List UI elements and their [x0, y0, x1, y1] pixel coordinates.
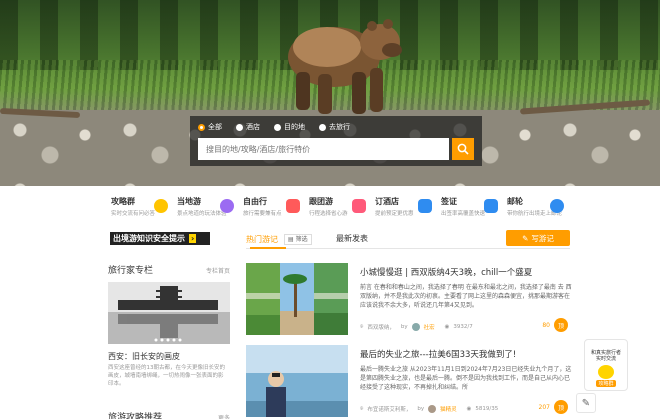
article-summary: 前言 在春和和春山之间，我选择了春明 在最东和最北之间，我选择了最南 去 西双版… — [360, 284, 572, 309]
search-type-tabs: 全部 酒店 目的地 去旅行 — [198, 120, 474, 134]
column-home-link[interactable]: 专栏首页 — [206, 266, 230, 275]
quicknav-item-free-travel[interactable]: 自由行 旅行需要兼有点 — [240, 193, 306, 223]
ship-icon — [550, 199, 564, 213]
search-panel: 全部 酒店 目的地 去旅行 — [190, 116, 482, 166]
quicknav-item-cruise[interactable]: 邮轮 带你航行出境走上邮轮 — [504, 193, 570, 223]
active-tab-underline — [250, 247, 286, 249]
safety-banner-text: 出境游知识安全提示 — [113, 234, 185, 243]
filter-icon: ▤ — [288, 235, 296, 243]
edit-icon: ✎ — [522, 233, 529, 243]
passport-icon — [484, 199, 498, 213]
chevron-right-icon: › — [189, 234, 197, 243]
guide-section-header: 旅游攻略推荐 更多 — [108, 410, 230, 419]
search-input[interactable] — [198, 138, 450, 160]
quick-nav: 攻略群 实时交流有问必答 当地游 景点地道的玩法体验 自由行 旅行需要兼有点 跟… — [108, 193, 570, 223]
feedback-button[interactable]: ✎ — [576, 393, 596, 413]
upvote-button[interactable]: 顶 — [554, 318, 568, 332]
column-article-desc: 西安这座曾经的13朝古都，在今天更像旧长安的画皮，城墙南墙绑绳，一切热闹像一张表… — [108, 365, 226, 387]
article-thumbnail[interactable] — [246, 345, 348, 417]
article-item[interactable]: 最后的失业之旅---拉美6国33天我做到了! 最后一腾失业之旅 从2023年11… — [246, 345, 576, 417]
article-author[interactable]: 猫精灵 — [440, 405, 457, 413]
article-meta: ⌾ 西双版纳， by 社宏 ◉ 3932/7 — [360, 323, 572, 331]
article-thumbnail[interactable] — [246, 263, 348, 335]
widget-tag: 攻略群 — [596, 380, 616, 387]
search-button[interactable] — [452, 138, 474, 160]
article-views: 3932/7 — [453, 324, 473, 330]
smiley-icon — [598, 365, 614, 379]
article-by: by — [417, 406, 425, 412]
avatar[interactable] — [428, 405, 437, 413]
search-icon — [457, 143, 469, 155]
guide-group-widget[interactable]: 和真实旅行者 实时交流 攻略群 — [584, 339, 628, 391]
hotel-icon — [418, 199, 432, 213]
section-title: 旅游攻略推荐 — [108, 413, 163, 419]
article-location[interactable]: 布宜诺斯艾利斯， — [367, 405, 411, 413]
filter-button[interactable]: ▤ 筛选 — [284, 233, 312, 245]
article-views: 5819/35 — [475, 406, 499, 412]
article-item[interactable]: 小城慢慢逛 | 西双版纳4天3晚，chill一个盛夏 前言 在春和和春山之间，我… — [246, 263, 576, 335]
location-pin-icon: ⌾ — [360, 323, 364, 330]
smiley-icon — [154, 199, 168, 213]
search-tab-travel[interactable]: 去旅行 — [319, 122, 350, 132]
section-title: 旅行家专栏 — [108, 266, 154, 276]
palm-trees-image — [246, 263, 348, 335]
travel-safety-banner[interactable]: 出境游知识安全提示 › — [110, 232, 210, 245]
search-tab-label: 目的地 — [284, 123, 305, 131]
search-tab-label: 全部 — [208, 123, 222, 131]
gift-icon — [286, 199, 300, 213]
radio-icon — [198, 123, 205, 131]
article-likes: 80 — [542, 322, 550, 329]
pencil-icon: ✎ — [581, 397, 591, 409]
article-title[interactable]: 小城慢慢逛 | 西双版纳4天3晚，chill一个盛夏 — [360, 266, 532, 278]
flag-icon — [352, 199, 366, 213]
quicknav-item-hotel[interactable]: 订酒店 提前预定更优惠 — [372, 193, 438, 223]
balloon-icon — [220, 199, 234, 213]
search-tab-destination[interactable]: 目的地 — [274, 122, 305, 132]
column-section-header: 旅行家专栏 专栏首页 — [108, 263, 230, 276]
quicknav-item-group-tour[interactable]: 跟团游 行程选择省心游 — [306, 193, 372, 223]
article-by: by — [400, 324, 408, 330]
column-article-title[interactable]: 西安：旧长安的画皮 — [108, 351, 180, 362]
write-travelogue-button[interactable]: ✎ 写游记 — [506, 230, 570, 246]
write-button-label: 写游记 — [531, 233, 554, 243]
tab-latest[interactable]: 最新发表 — [336, 233, 368, 244]
quicknav-item-local-tour[interactable]: 当地游 景点地道的玩法体验 — [174, 193, 240, 223]
search-tab-label: 去旅行 — [329, 123, 350, 131]
radio-icon — [274, 123, 281, 131]
quicknav-item-guide-group[interactable]: 攻略群 实时交流有问必答 — [108, 193, 174, 223]
quicknav-item-visa[interactable]: 签证 出签率高覆盖快速 — [438, 193, 504, 223]
location-pin-icon: ⌾ — [360, 405, 364, 412]
tabs-divider — [246, 248, 570, 249]
search-tab-all[interactable]: 全部 — [198, 122, 222, 132]
bear-image — [288, 19, 402, 114]
filter-label: 筛选 — [295, 235, 308, 243]
radio-icon — [236, 123, 243, 131]
article-summary: 最后一腾失业之旅 从2023年11月1日到2024年7月23日已经失业九个月了，… — [360, 366, 572, 391]
article-author[interactable]: 社宏 — [424, 323, 435, 331]
article-likes: 207 — [538, 404, 550, 411]
pagoda-reflection-image — [108, 282, 230, 344]
avatar[interactable] — [411, 323, 420, 331]
radio-icon — [319, 123, 326, 131]
upvote-button[interactable]: 顶 — [554, 400, 568, 414]
search-tab-hotel[interactable]: 酒店 — [236, 122, 260, 132]
eye-icon: ◉ — [444, 324, 450, 330]
tab-hot[interactable]: 热门游记 ▤ 筛选 — [246, 231, 312, 247]
column-article-image[interactable] — [108, 282, 230, 344]
article-location[interactable]: 西双版纳， — [367, 323, 395, 331]
tab-hot-label: 热门游记 — [246, 234, 278, 244]
glacier-portrait-image — [246, 345, 348, 417]
article-title[interactable]: 最后的失业之旅---拉美6国33天我做到了! — [360, 348, 516, 360]
guide-more-link[interactable]: 更多 — [218, 413, 230, 419]
widget-line2: 实时交流 — [595, 356, 616, 362]
search-tab-label: 酒店 — [246, 123, 260, 131]
eye-icon: ◉ — [466, 406, 472, 412]
